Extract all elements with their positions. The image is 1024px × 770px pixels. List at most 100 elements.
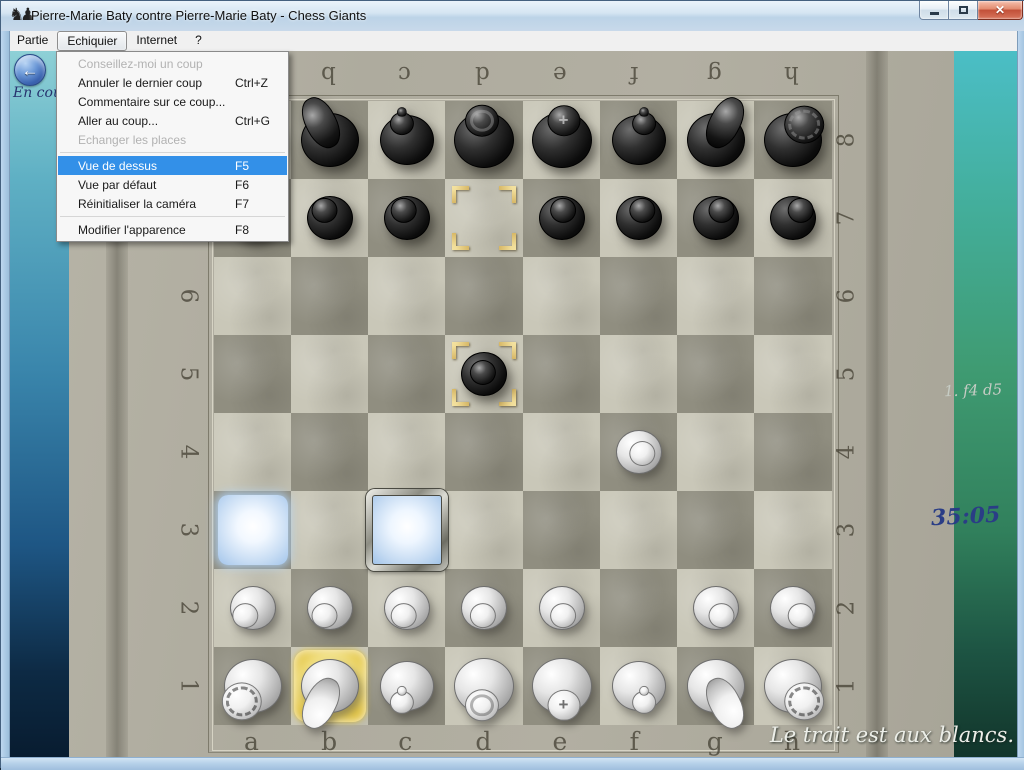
- rank-label-right-5: 5: [833, 367, 859, 382]
- black-knight-b8[interactable]: [291, 101, 369, 179]
- black-pawn-b7[interactable]: [291, 179, 369, 257]
- piece-head: [470, 360, 496, 385]
- square-a5[interactable]: [214, 335, 292, 413]
- menubar-item-internet[interactable]: Internet: [127, 31, 186, 51]
- black-knight-g8[interactable]: [677, 101, 755, 179]
- black-bishop-c8[interactable]: [368, 101, 446, 179]
- white-pawn-e2[interactable]: [523, 569, 601, 647]
- square-f5[interactable]: [600, 335, 678, 413]
- white-knight-g1[interactable]: [677, 647, 755, 725]
- white-pawn-a2[interactable]: [214, 569, 292, 647]
- menubar-item-partie[interactable]: Partie: [8, 31, 57, 51]
- square-c6[interactable]: [368, 257, 446, 335]
- black-pawn-f7[interactable]: [600, 179, 678, 257]
- black-pawn-h7[interactable]: [754, 179, 832, 257]
- square-h5[interactable]: [754, 335, 832, 413]
- square-e3[interactable]: [523, 491, 601, 569]
- square-d6[interactable]: [445, 257, 523, 335]
- square-e6[interactable]: [523, 257, 601, 335]
- white-knight-b1[interactable]: [291, 647, 369, 725]
- menu-item-echanger-les-places[interactable]: Echanger les places: [58, 130, 287, 149]
- square-h6[interactable]: [754, 257, 832, 335]
- menu-item-annuler-le-dernier-coup[interactable]: Annuler le dernier coupCtrl+Z: [58, 73, 287, 92]
- square-h3[interactable]: [754, 491, 832, 569]
- square-e4[interactable]: [523, 413, 601, 491]
- black-pawn-d5[interactable]: [445, 335, 523, 413]
- file-label-top-h: h: [784, 61, 799, 87]
- square-d3[interactable]: [445, 491, 523, 569]
- piece-head: [550, 603, 576, 628]
- white-queen-d1[interactable]: [445, 647, 523, 725]
- echiquier-menu: Conseillez-moi un coupAnnuler le dernier…: [56, 51, 289, 242]
- minimize-button[interactable]: [919, 1, 949, 20]
- white-bishop-c1[interactable]: [368, 647, 446, 725]
- square-c4[interactable]: [368, 413, 446, 491]
- menubar-item-aide[interactable]: ?: [186, 31, 211, 51]
- piece-head: [550, 198, 576, 223]
- piece-head: [470, 603, 496, 628]
- back-button[interactable]: ←: [14, 54, 46, 86]
- white-bishop-f1[interactable]: [600, 647, 678, 725]
- square-d4[interactable]: [445, 413, 523, 491]
- menu-item-modifier-l-apparence[interactable]: Modifier l'apparenceF8: [58, 220, 287, 239]
- rank-label-left-5: 5: [175, 367, 201, 382]
- file-label-bottom-f: f: [630, 727, 639, 756]
- square-g6[interactable]: [677, 257, 755, 335]
- menu-bar: PartieEchiquierInternet?: [2, 31, 1024, 51]
- piece-head: [391, 603, 417, 628]
- square-a6[interactable]: [214, 257, 292, 335]
- piece-head: [232, 603, 258, 628]
- white-pawn-b2[interactable]: [291, 569, 369, 647]
- rank-label-right-1: 1: [833, 679, 859, 694]
- square-a4[interactable]: [214, 413, 292, 491]
- square-b4[interactable]: [291, 413, 369, 491]
- square-g5[interactable]: [677, 335, 755, 413]
- highlight-legal-move-target-c3[interactable]: [366, 489, 448, 571]
- square-b5[interactable]: [291, 335, 369, 413]
- white-king-e1[interactable]: [523, 647, 601, 725]
- menu-item-label: Echanger les places: [78, 133, 235, 147]
- square-c5[interactable]: [368, 335, 446, 413]
- square-g3[interactable]: [677, 491, 755, 569]
- square-b6[interactable]: [291, 257, 369, 335]
- menu-item-vue-de-dessus[interactable]: Vue de dessusF5: [58, 156, 287, 175]
- white-rook-h1[interactable]: [754, 647, 832, 725]
- menubar-item-echiquier[interactable]: Echiquier: [57, 31, 127, 51]
- close-button[interactable]: ✕: [978, 1, 1023, 20]
- square-f2[interactable]: [600, 569, 678, 647]
- menu-item-conseillez-moi-un-coup[interactable]: Conseillez-moi un coup: [58, 54, 287, 73]
- rank-label-left-3: 3: [175, 523, 201, 538]
- highlight-last-move-corner-marker-d7[interactable]: [452, 186, 516, 250]
- back-arrow-icon: ←: [22, 62, 39, 79]
- game-clock: 35:05: [930, 501, 1017, 531]
- maximize-button[interactable]: [949, 1, 978, 20]
- black-bishop-f8[interactable]: [600, 101, 678, 179]
- black-rook-h8[interactable]: [754, 101, 832, 179]
- menu-item-label: Commentaire sur ce coup...: [78, 95, 235, 109]
- menu-item-commentaire-sur-ce-coup[interactable]: Commentaire sur ce coup...: [58, 92, 287, 111]
- square-b3[interactable]: [291, 491, 369, 569]
- white-pawn-h2[interactable]: [754, 569, 832, 647]
- white-pawn-g2[interactable]: [677, 569, 755, 647]
- black-king-e8[interactable]: [523, 101, 601, 179]
- highlight-legal-move-glow-a3[interactable]: [218, 495, 288, 565]
- black-pawn-g7[interactable]: [677, 179, 755, 257]
- menu-item-reinitialiser-la-camera[interactable]: Réinitialiser la caméraF7: [58, 194, 287, 213]
- window-border-left: [1, 31, 10, 757]
- title-bar[interactable]: ♞♟ Pierre-Marie Baty contre Pierre-Marie…: [1, 1, 1024, 31]
- square-g4[interactable]: [677, 413, 755, 491]
- square-h4[interactable]: [754, 413, 832, 491]
- white-pawn-f4[interactable]: [600, 413, 678, 491]
- white-rook-a1[interactable]: [214, 647, 292, 725]
- square-f6[interactable]: [600, 257, 678, 335]
- menu-item-vue-par-defaut[interactable]: Vue par défautF6: [58, 175, 287, 194]
- black-pawn-c7[interactable]: [368, 179, 446, 257]
- square-e5[interactable]: [523, 335, 601, 413]
- white-pawn-c2[interactable]: [368, 569, 446, 647]
- black-pawn-e7[interactable]: [523, 179, 601, 257]
- black-queen-d8[interactable]: [445, 101, 523, 179]
- white-pawn-d2[interactable]: [445, 569, 523, 647]
- menu-item-aller-au-coup[interactable]: Aller au coup...Ctrl+G: [58, 111, 287, 130]
- file-label-bottom-e: e: [553, 727, 568, 756]
- square-f3[interactable]: [600, 491, 678, 569]
